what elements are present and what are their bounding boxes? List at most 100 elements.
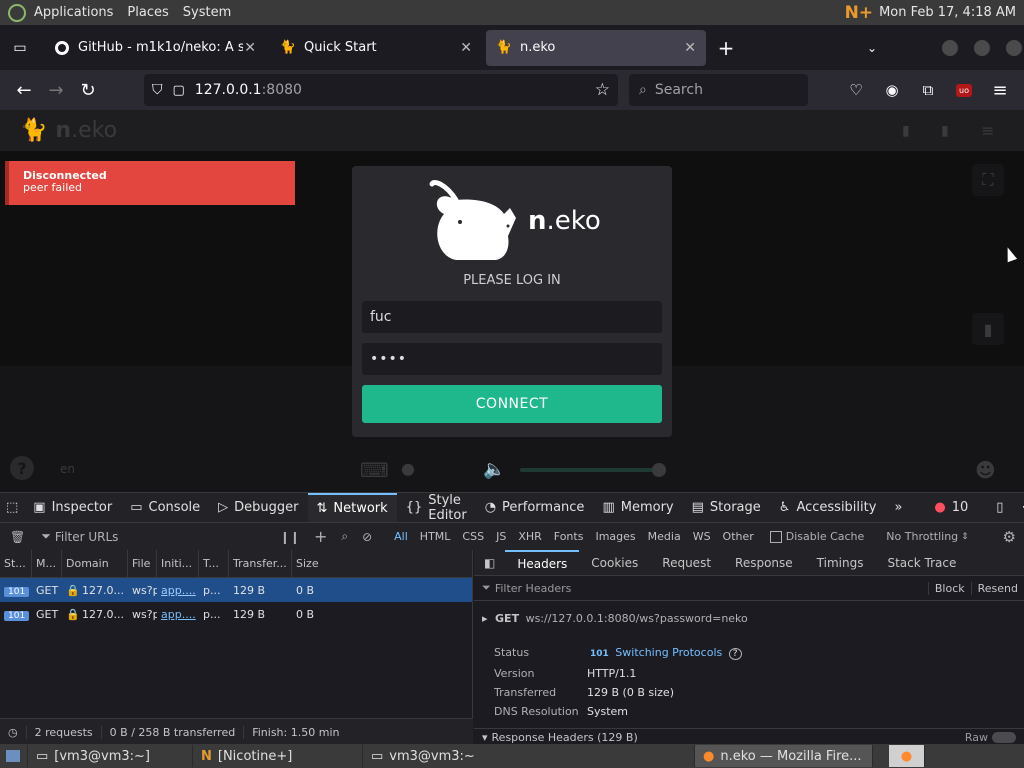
network-settings-icon[interactable]: ⚙ (1003, 528, 1016, 546)
window-close-button[interactable] (1006, 39, 1022, 56)
ublock-icon[interactable]: uo (948, 74, 980, 106)
taskbar-item-nicotine[interactable]: N [Nicotine+] (193, 745, 363, 767)
filter-urls-input[interactable]: Filter URLs (55, 530, 280, 544)
account-icon[interactable]: ◉ (876, 74, 908, 106)
disable-cache-checkbox[interactable] (769, 530, 782, 543)
filter-fonts[interactable]: Fonts (548, 528, 590, 545)
row-initiator-link[interactable]: app.... (157, 584, 199, 597)
close-tab-icon[interactable]: ✕ (244, 40, 256, 56)
clipboard-icon[interactable]: ▮ (972, 313, 1004, 345)
pause-icon[interactable]: ❙❙ (280, 530, 300, 544)
throttling-select[interactable]: No Throttling (886, 530, 958, 543)
error-count[interactable]: ● 10 (925, 493, 977, 523)
tab-memory[interactable]: ▥ Memory (593, 493, 682, 523)
back-icon[interactable]: ← (8, 74, 40, 106)
app-menu-icon[interactable]: ≡ (984, 74, 1016, 106)
keyboard-layout-label[interactable]: en (60, 462, 75, 476)
search-icon[interactable]: ⌕ (341, 529, 348, 544)
username-input[interactable]: fuc (362, 301, 662, 333)
help-icon[interactable]: ? (728, 648, 742, 660)
col-method[interactable]: M... (32, 549, 62, 578)
filter-xhr[interactable]: XHR (512, 528, 547, 545)
row-initiator-link[interactable]: app.... (157, 608, 199, 621)
tab-console[interactable]: ▭ Console (121, 493, 209, 523)
system-menu[interactable]: System (183, 5, 231, 20)
lock-room-icon[interactable]: ▮ (941, 123, 949, 139)
tab-response[interactable]: Response (723, 550, 805, 576)
filter-all[interactable]: All (388, 528, 414, 545)
workspace-switcher[interactable]: ● (889, 745, 925, 767)
tab-storage[interactable]: ▤ Storage (683, 493, 770, 523)
close-tab-icon[interactable]: ✕ (684, 40, 696, 56)
col-file[interactable]: File (128, 549, 157, 578)
request-line[interactable]: ▸ GET ws://127.0.0.1:8080/ws?password=ne… (482, 612, 748, 625)
tab-inspector[interactable]: ▣ Inspector (24, 493, 121, 523)
disable-cache-label[interactable]: Disable Cache (786, 530, 865, 543)
tab-request[interactable]: Request (650, 550, 723, 576)
filter-images[interactable]: Images (589, 528, 641, 545)
filter-other[interactable]: Other (717, 528, 760, 545)
filter-js[interactable]: JS (490, 528, 512, 545)
taskbar-item-terminal-2[interactable]: ▭ vm3@vm3:~ (363, 745, 695, 767)
block-icon[interactable]: ⊘ (362, 530, 372, 544)
tab-github[interactable]: GitHub - m1k1o/neko: A self ✕ (44, 30, 266, 66)
pocket-icon[interactable]: ♡ (840, 74, 872, 106)
tab-quick-start[interactable]: 🐈 Quick Start ✕ (270, 30, 482, 66)
apps-logo-icon[interactable] (8, 3, 26, 22)
emoji-icon[interactable]: ☻ (975, 458, 996, 482)
help-icon[interactable]: ? (10, 456, 34, 480)
bookmark-star-icon[interactable]: ☆ (595, 80, 610, 100)
window-minimize-button[interactable] (942, 39, 958, 56)
fullscreen-icon[interactable]: ⛶ (972, 164, 1004, 196)
col-domain[interactable]: Domain (62, 549, 128, 578)
places-menu[interactable]: Places (127, 5, 168, 20)
extensions-icon[interactable]: ⧉ (912, 74, 944, 106)
tab-debugger[interactable]: ▷ Debugger (209, 493, 307, 523)
volume-slider[interactable] (520, 463, 666, 477)
forward-icon[interactable]: → (40, 74, 72, 106)
volume-slider-thumb[interactable] (652, 463, 666, 477)
table-row[interactable]: 101 GET 🔒 127.0... ws?p app.... p... 129… (0, 602, 472, 626)
shield-icon[interactable]: ⛉ (152, 82, 163, 98)
block-button[interactable]: Block (927, 581, 971, 595)
options-icon[interactable]: ⋯ (1012, 493, 1024, 523)
reload-icon[interactable]: ↻ (72, 74, 104, 106)
tab-accessibility[interactable]: ♿ Accessibility (770, 493, 886, 523)
raw-toggle[interactable] (992, 731, 1016, 743)
toggle-sidebar-icon[interactable]: ◧ (474, 550, 505, 576)
keyboard-icon[interactable]: ⌨ (360, 458, 389, 482)
filter-ws[interactable]: WS (687, 528, 717, 545)
tab-network[interactable]: ⇅ Network (307, 492, 397, 523)
disconnect-toast[interactable]: Disconnected peer failed (5, 161, 295, 205)
page-info-icon[interactable]: ▢ (173, 83, 185, 98)
tab-performance[interactable]: ◔ Performance (476, 493, 594, 523)
window-maximize-button[interactable] (974, 39, 990, 56)
taskbar-item-firefox[interactable]: ● n.eko — Mozilla Fire... (695, 745, 873, 767)
col-type[interactable]: T... (199, 549, 229, 578)
volume-icon[interactable]: 🔈 (483, 459, 505, 480)
performance-analysis-icon[interactable]: ◷ (0, 725, 27, 739)
col-transferred[interactable]: Transfer... (229, 549, 292, 578)
clear-icon[interactable]: 🗑 (10, 530, 25, 544)
search-bar[interactable]: ⌕ Search (629, 74, 808, 106)
password-input[interactable]: •••• (362, 343, 662, 375)
filter-css[interactable]: CSS (456, 528, 490, 545)
dock-icon[interactable]: ▯ (987, 493, 1012, 523)
tab-stack-trace[interactable]: Stack Trace (875, 550, 968, 576)
show-desktop-icon[interactable] (0, 745, 28, 767)
tab-style-editor[interactable]: {} Style Editor (397, 493, 476, 523)
tab-neko[interactable]: 🐈 n.eko ✕ (486, 29, 706, 66)
nicotine-tray-icon[interactable]: N+ (845, 3, 873, 23)
resend-button[interactable]: Resend (970, 581, 1024, 595)
new-tab-icon[interactable]: + (710, 32, 742, 64)
filter-html[interactable]: HTML (414, 528, 457, 545)
add-icon[interactable]: + (314, 527, 327, 546)
tab-headers[interactable]: Headers (505, 549, 580, 576)
col-size[interactable]: Size (292, 550, 472, 578)
applications-menu[interactable]: Applications (34, 5, 113, 20)
clock[interactable]: Mon Feb 17, 4:18 AM (879, 5, 1016, 20)
table-row[interactable]: 101 GET 🔒 127.0... ws?p app.... p... 129… (0, 578, 472, 602)
pick-element-icon[interactable]: ⬚ (0, 493, 24, 523)
taskbar-item-terminal-1[interactable]: ▭ [vm3@vm3:~] (28, 745, 193, 767)
menu-icon[interactable]: ≡ (981, 121, 994, 140)
